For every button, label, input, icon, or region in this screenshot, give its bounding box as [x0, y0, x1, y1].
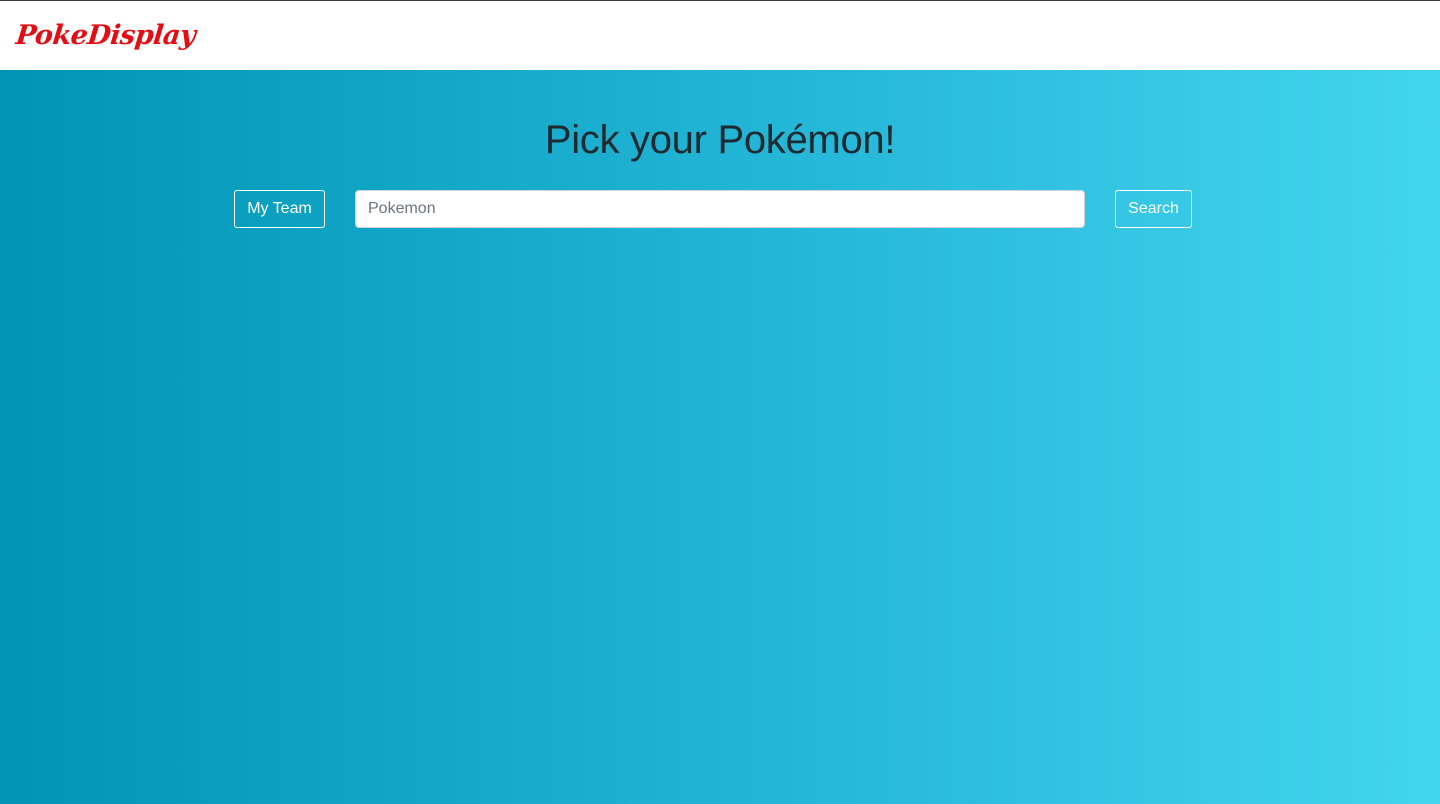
hero-section: Pick your Pokémon! My Team Search	[0, 70, 1440, 804]
pokemon-search-input[interactable]	[355, 190, 1085, 228]
search-button[interactable]: Search	[1115, 190, 1192, 228]
page-title: Pick your Pokémon!	[544, 118, 896, 162]
navbar: PokeDisplay	[0, 1, 1440, 70]
brand-logo-link[interactable]: PokeDisplay	[14, 20, 196, 51]
my-team-button[interactable]: My Team	[234, 190, 325, 228]
